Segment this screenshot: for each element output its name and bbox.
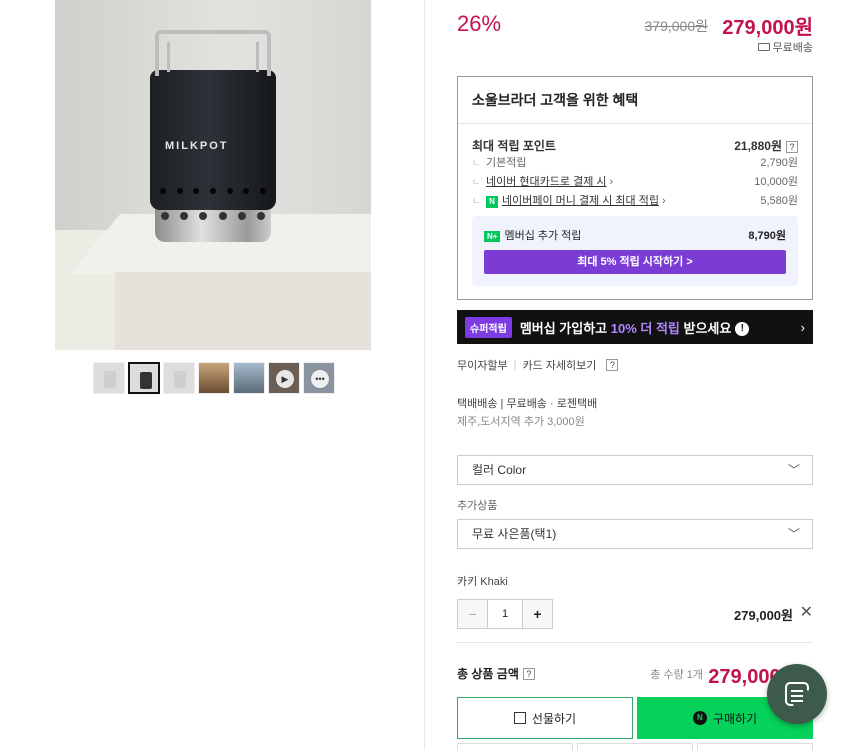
- thumbnail-2-selected[interactable]: [128, 362, 160, 394]
- stove-brand-logo: MILKPOT: [165, 140, 229, 152]
- stove-base-holes: [155, 212, 271, 224]
- thumbnail-3[interactable]: [163, 362, 195, 394]
- chevron-down-icon: ﹀: [787, 463, 800, 477]
- buy-button-label: 구매하기: [712, 711, 758, 726]
- delivery-info: 택배배송 | 무료배송 · 로젠택배: [457, 398, 598, 410]
- review-thumbnail[interactable]: •••: [303, 362, 335, 394]
- membership-start-button[interactable]: 최대 5% 적립 시작하기 >: [484, 250, 786, 274]
- membership-box: N+ 멤버십 추가 적립 8,790원 최대 5% 적립 시작하기 >: [472, 216, 798, 286]
- membership-label: 멤버십 추가 적립: [504, 230, 582, 242]
- total-quantity: 총 수량 1개: [650, 669, 703, 681]
- separator: |: [513, 359, 517, 371]
- thumbnail-1[interactable]: [93, 362, 125, 394]
- npay-icon: N: [486, 196, 498, 208]
- gift-button-label: 선물하기: [531, 711, 577, 726]
- divider: [457, 642, 813, 643]
- chat-bubble-icon: •••: [311, 370, 329, 388]
- photo-shelf-front: [115, 272, 371, 350]
- hyundai-card-link[interactable]: 네이버 현대카드로 결제 시: [486, 176, 607, 188]
- addon-label: 추가상품: [457, 500, 498, 512]
- max-points-value: 21,880원: [734, 139, 782, 153]
- gift-button[interactable]: 선물하기: [457, 697, 633, 739]
- card-details-link[interactable]: 카드 자세히보기: [522, 357, 596, 373]
- color-select[interactable]: 컬러 Color ﹀: [457, 455, 813, 485]
- thumbnail-strip: ▶ •••: [93, 362, 335, 394]
- banner-text-post: 받으세요: [679, 320, 732, 336]
- secondary-button[interactable]: [577, 743, 693, 750]
- points-row-value: 10,000원: [754, 176, 798, 188]
- video-thumbnail[interactable]: ▶: [268, 362, 300, 394]
- text-scan-icon: [785, 682, 809, 706]
- play-icon: ▶: [276, 370, 294, 388]
- quantity-value[interactable]: 1: [488, 600, 522, 628]
- naver-plus-icon: N+: [484, 231, 501, 242]
- banner-text-pre: 멤버십 가입하고: [519, 320, 611, 336]
- truck-icon: [757, 43, 770, 51]
- membership-value: 8,790원: [748, 230, 786, 242]
- super-points-badge: 슈퍼적립: [465, 316, 512, 338]
- addon-select[interactable]: 무료 사은품(택1) ﹀: [457, 519, 813, 549]
- original-price: 379,000원: [644, 18, 709, 34]
- points-row-npay-money: N네이버페이 머니 결제 시 최대 적립 › 5,580원: [472, 192, 798, 208]
- delivery-extra-fee: 제주,도서지역 추가 3,000원: [457, 416, 585, 428]
- option-price: 279,000원: [734, 608, 793, 623]
- stove-vent-holes: [155, 188, 271, 200]
- points-row-value: 5,580원: [760, 195, 798, 207]
- color-select-value: 컬러 Color: [472, 463, 527, 477]
- sale-price: 279,000원: [722, 17, 813, 39]
- quantity-stepper: − 1 +: [457, 599, 553, 629]
- discount-rate: 26%: [457, 11, 502, 36]
- benefit-box: 소울브라더 고객을 위한 혜택 최대 적립 포인트 21,880원? 기본적립 …: [457, 76, 813, 300]
- help-icon[interactable]: ?: [522, 667, 535, 680]
- thumbnail-4[interactable]: [198, 362, 230, 394]
- quantity-increase-button[interactable]: +: [522, 600, 552, 628]
- product-gallery: MILKPOT ▶ •••: [0, 0, 425, 750]
- addon-select-value: 무료 사은품(택1): [472, 527, 557, 541]
- installment-label: 무이자할부: [457, 360, 508, 372]
- secondary-button[interactable]: [457, 743, 573, 750]
- divider: [458, 123, 812, 124]
- super-points-banner[interactable]: 슈퍼적립 멤버십 가입하고 10% 더 적립 받으세요! ›: [457, 310, 813, 344]
- main-product-image[interactable]: MILKPOT: [55, 0, 371, 350]
- banner-text-highlight: 10% 더 적립: [610, 320, 680, 336]
- stove-rim: [155, 30, 271, 76]
- benefit-title: 소울브라더 고객을 위한 혜택: [472, 92, 639, 108]
- total-label: 총 상품 금액 ?: [457, 665, 535, 682]
- points-row-label: 기본적립: [486, 157, 527, 169]
- secondary-buttons-row: [457, 743, 813, 750]
- secondary-button[interactable]: [697, 743, 813, 750]
- remove-option-icon[interactable]: ✕: [800, 602, 813, 622]
- floating-scan-button[interactable]: [767, 664, 827, 724]
- npay-icon: N: [692, 711, 707, 725]
- membership-row: N+ 멤버십 추가 적립 8,790원: [484, 227, 786, 243]
- selected-option-name: 카키 Khaki: [457, 576, 508, 588]
- chevron-right-icon: ›: [800, 319, 805, 335]
- points-row-basic: 기본적립 2,790원: [472, 154, 798, 170]
- free-shipping-text: 무료배송: [772, 42, 813, 54]
- super-points-text: 멤버십 가입하고 10% 더 적립 받으세요!: [520, 318, 793, 337]
- thumbnail-5[interactable]: [233, 362, 265, 394]
- points-row-hyundai-card: 네이버 현대카드로 결제 시 › 10,000원: [472, 173, 798, 189]
- total-label-text: 총 상품 금액: [457, 667, 519, 681]
- help-icon[interactable]: ?: [606, 359, 619, 371]
- quantity-decrease-button[interactable]: −: [458, 600, 488, 628]
- max-points-label: 최대 적립 포인트: [472, 139, 556, 153]
- free-shipping-label: 무료배송: [757, 39, 813, 55]
- points-row-value: 2,790원: [760, 157, 798, 169]
- npay-money-link[interactable]: 네이버페이 머니 결제 시 최대 적립: [502, 195, 659, 207]
- installment-row: 무이자할부 | 카드 자세히보기 ?: [457, 357, 619, 373]
- gift-icon: [513, 712, 526, 724]
- help-icon[interactable]: ?: [786, 141, 798, 153]
- max-points-row: 최대 적립 포인트 21,880원?: [472, 137, 798, 154]
- exclamation-icon: !: [735, 322, 750, 337]
- chevron-down-icon: ﹀: [787, 527, 800, 541]
